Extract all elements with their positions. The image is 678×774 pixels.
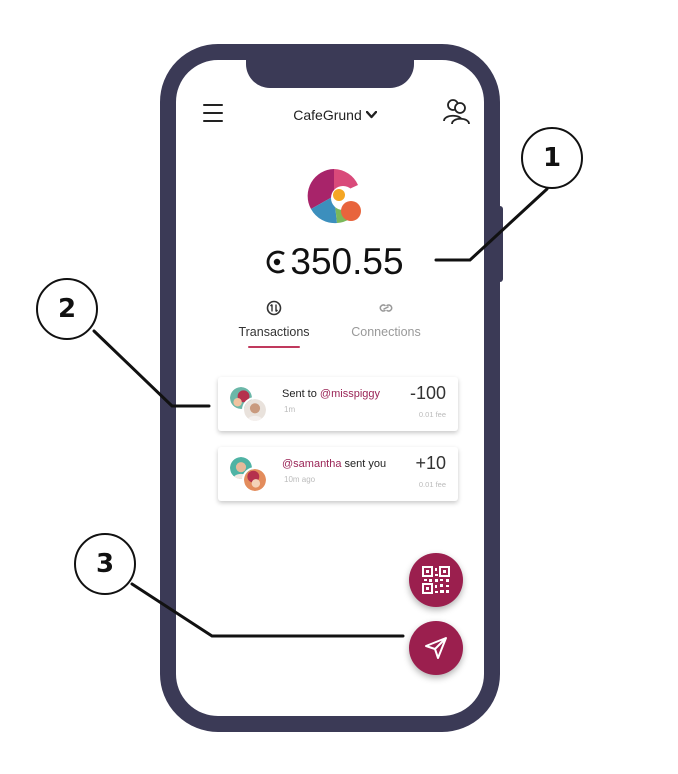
callout-marker: 2 [36,278,98,340]
annotation-lines [92,187,549,638]
callout-marker: 1 [521,127,583,189]
callout-marker: 3 [74,533,136,595]
